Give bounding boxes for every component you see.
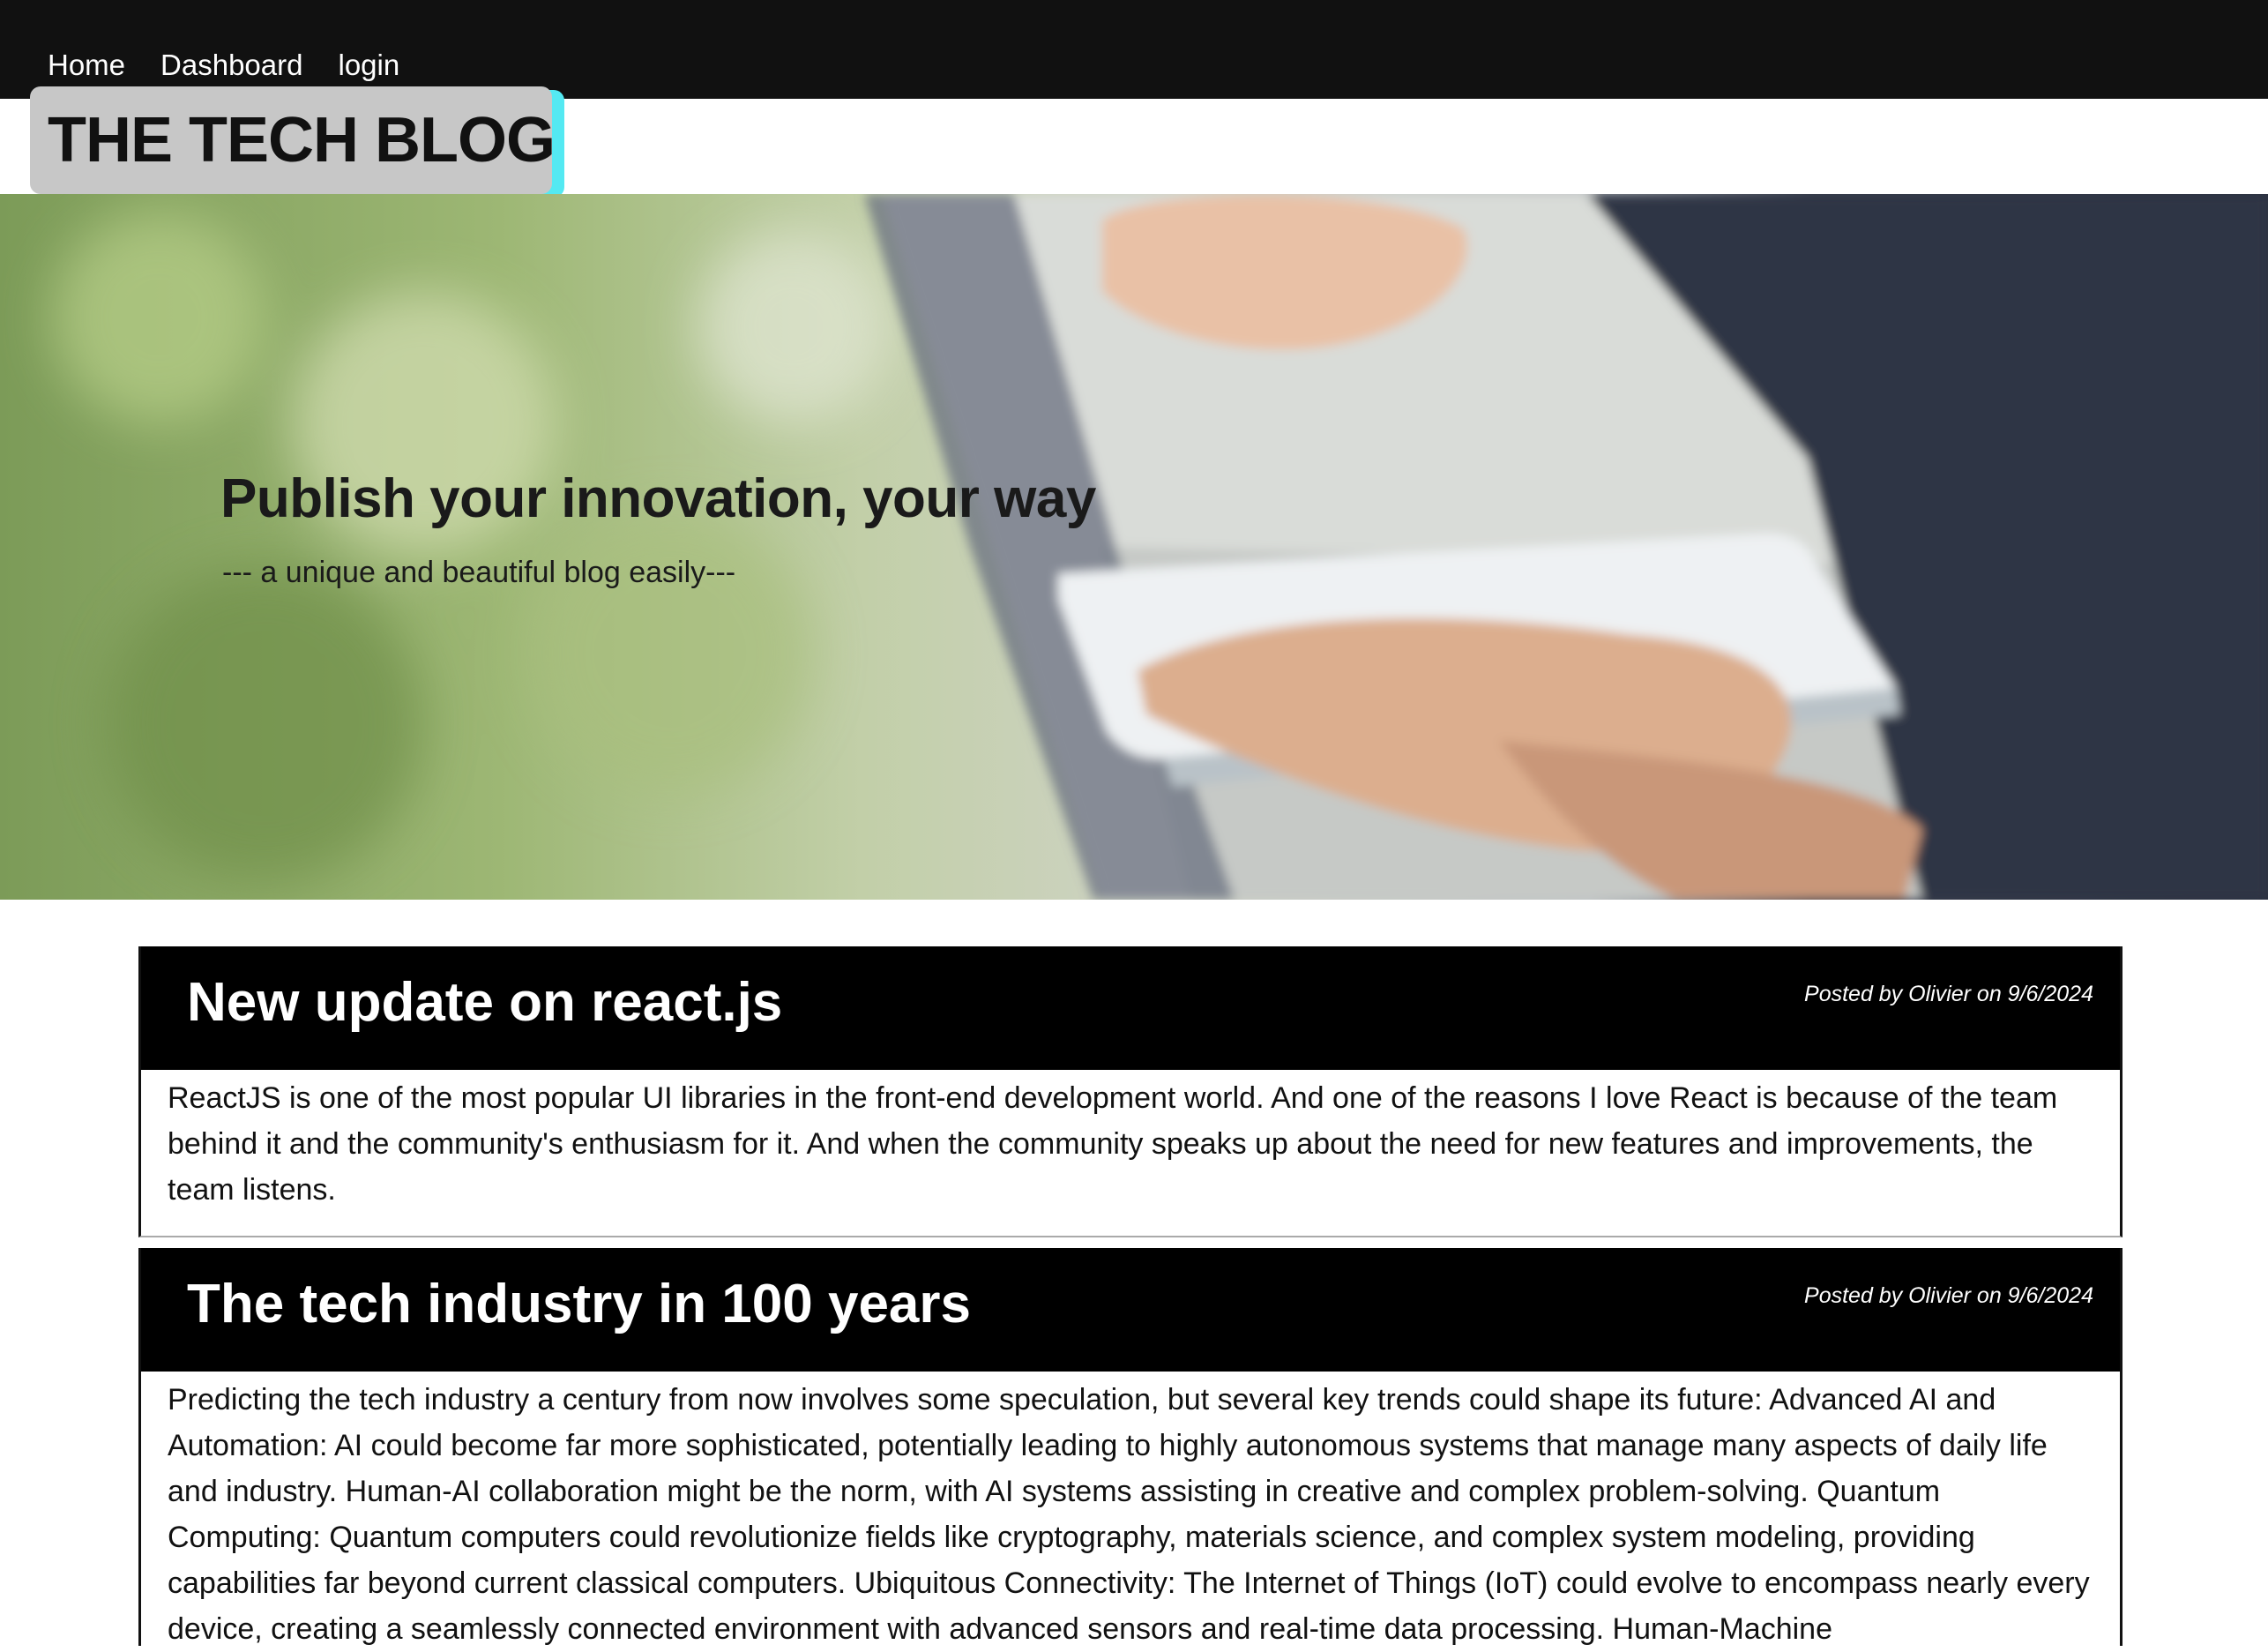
post-meta: Posted by Olivier on 9/6/2024 xyxy=(1804,1283,2093,1308)
post-title[interactable]: The tech industry in 100 years xyxy=(187,1273,971,1335)
site-title: THE TECH BLOG xyxy=(48,105,556,176)
post-title[interactable]: New update on react.js xyxy=(187,971,782,1034)
post-body: ReactJS is one of the most popular UI li… xyxy=(168,1081,2058,1207)
post-card[interactable]: The tech industry in 100 years Posted by… xyxy=(138,1248,2123,1646)
hero-tablet-image xyxy=(53,194,2268,900)
post-body: Predicting the tech industry a century f… xyxy=(168,1383,2090,1646)
top-navbar: Home Dashboard login xyxy=(0,0,2268,99)
post-meta: Posted by Olivier on 9/6/2024 xyxy=(1804,982,2093,1006)
hero-title: Publish your innovation, your way xyxy=(220,468,1096,529)
nav-link-dashboard[interactable]: Dashboard xyxy=(160,46,302,85)
nav-link-login[interactable]: login xyxy=(338,46,399,85)
post-header: The tech industry in 100 years Posted by… xyxy=(141,1248,2120,1372)
hero-banner: Publish your innovation, your way --- a … xyxy=(0,194,2268,900)
nav-link-home[interactable]: Home xyxy=(48,46,125,85)
site-logo[interactable]: THE TECH BLOG xyxy=(30,86,556,194)
post-header: New update on react.js Posted by Olivier… xyxy=(141,946,2120,1070)
main-nav: Home Dashboard login xyxy=(48,46,399,85)
hero-subtitle: --- a unique and beautiful blog easily--… xyxy=(222,556,736,589)
post-card[interactable]: New update on react.js Posted by Olivier… xyxy=(138,946,2123,1237)
